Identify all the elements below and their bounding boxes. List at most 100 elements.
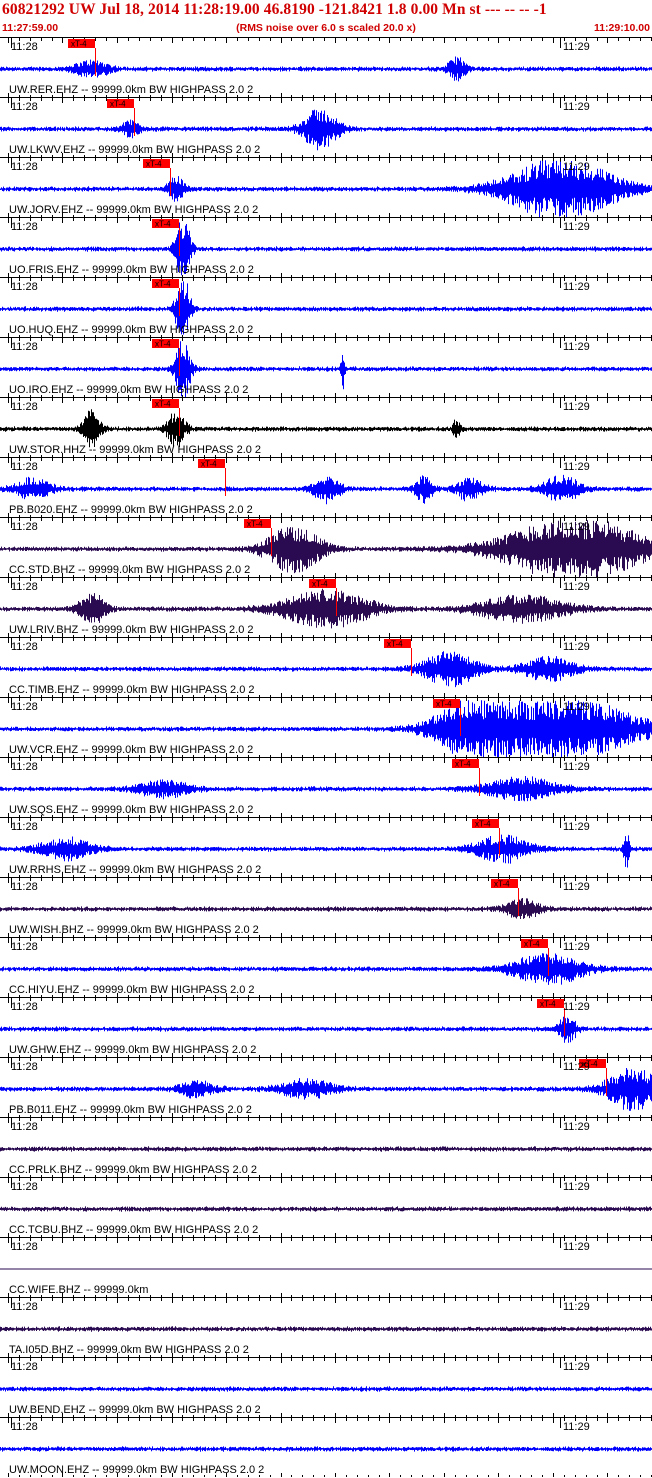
station-label: UW.JORV.EHZ -- 99999.0km BW HIGHPASS 2.0…: [9, 204, 259, 216]
station-label: PB.B020.EHZ -- 99999.0km BW HIGHPASS 2.0…: [9, 504, 253, 516]
trace-panel: xT-4 11:28 11:29 UW.JORV.EHZ -- 99999.0km B…: [0, 157, 652, 217]
time-label-right: 11:29: [563, 521, 590, 533]
time-label-right: 11:29: [563, 1181, 590, 1193]
station-label: UW.RRHS.EHZ -- 99999.0km BW HIGHPASS 2.0…: [9, 864, 262, 876]
end-time: 11:29:10.00: [593, 22, 650, 34]
station-label: UO.FRIS.EHZ -- 99999.0km BW HIGHPASS 2.0…: [9, 264, 254, 276]
pick-label: xT-4: [110, 100, 126, 109]
time-label-left: 11:28: [11, 881, 38, 893]
trace-panel: xT-4 11:28 11:29 UW.SQS.EHZ -- 99999.0km BW…: [0, 757, 652, 817]
station-label: UW.MOON.EHZ -- 99999.0km BW HIGHPASS 2.0…: [9, 1464, 265, 1476]
trace-panel: xT-4 11:28 11:29 UW.LRIV.BHZ -- 99999.0km B…: [0, 577, 652, 637]
time-label-right: 11:29: [563, 461, 590, 473]
time-label-left: 11:28: [11, 761, 38, 773]
waveform: [0, 834, 652, 868]
time-label-right: 11:29: [563, 221, 590, 233]
pick-label: xT-4: [247, 520, 263, 529]
time-label-right: 11:29: [563, 101, 590, 113]
pick-label: xT-4: [312, 580, 328, 589]
time-label-left: 11:28: [11, 1301, 38, 1313]
trace-panel: 11:28 11:29 CC.PRLK.BHZ -- 99999.0km BW HI…: [0, 1117, 652, 1177]
time-label-left: 11:28: [11, 281, 38, 293]
trace-panel: 11:28 11:29 UW.BEND.EHZ -- 99999.0km BW HI…: [0, 1357, 652, 1417]
station-label: UW.WISH.BHZ -- 99999.0km BW HIGHPASS 2.0…: [9, 924, 259, 936]
waveform: [0, 1446, 652, 1452]
station-label: UW.STOR.HHZ -- 99999.0km BW HIGHPASS 2.0…: [9, 444, 262, 456]
station-label: UW.LRIV.BHZ -- 99999.0km BW HIGHPASS 2.0…: [9, 624, 254, 636]
trace-panel: xT-4 11:28 11:29 UO.HUQ.EHZ -- 99999.0km BW…: [0, 277, 652, 337]
time-label-left: 11:28: [11, 1001, 38, 1013]
station-label: UW.VCR.EHZ -- 99999.0km BW HIGHPASS 2.0 …: [9, 744, 254, 756]
waveform: [0, 1206, 652, 1212]
time-label-right: 11:29: [563, 161, 590, 173]
time-label-left: 11:28: [11, 221, 38, 233]
station-label: CC.WIFE.BHZ -- 99999.0km: [9, 1284, 149, 1296]
station-label: CC.TCBU.BHZ -- 99999.0km BW HIGHPASS 2.0…: [9, 1224, 259, 1236]
station-label: UW.RER.EHZ -- 99999.0km BW HIGHPASS 2.0 …: [9, 84, 254, 96]
trace-panel: xT-4 11:28 11:29 PB.B011.EHZ -- 99999.0km B…: [0, 1057, 652, 1117]
station-label: UW.BEND.EHZ -- 99999.0km BW HIGHPASS 2.0…: [9, 1404, 261, 1416]
waveform: [0, 56, 652, 82]
trace-panel: xT-4 11:28 11:29 UW.VCR.EHZ -- 99999.0km BW…: [0, 697, 652, 757]
waveform: [0, 776, 652, 802]
noise-note: (RMS noise over 6.0 s scaled 20.0 x): [236, 22, 416, 34]
station-label: CC.TIMB.EHZ -- 99999.0km BW HIGHPASS 2.0…: [9, 684, 255, 696]
time-label-left: 11:28: [11, 161, 38, 173]
pick-label: xT-4: [475, 820, 491, 829]
waveform: [0, 1016, 652, 1043]
trace-panel: xT-4 11:28 11:29 CC.TIMB.EHZ -- 99999.0km B…: [0, 637, 652, 697]
time-label-right: 11:29: [563, 581, 590, 593]
pick-label: xT-4: [494, 880, 510, 889]
trace-panels: xT-4 11:28 11:29 UW.RER.EHZ -- 99999.0km BW…: [0, 37, 652, 1477]
station-label: UW.GHW.EHZ -- 99999.0km BW HIGHPASS 2.0 …: [9, 1044, 257, 1056]
trace-panel: xT-4 11:28 11:29 UO.FRIS.EHZ -- 99999.0km B…: [0, 217, 652, 277]
time-label-right: 11:29: [563, 1301, 590, 1313]
time-label-right: 11:29: [563, 761, 590, 773]
trace-panel: xT-4 11:28 11:29 UW.RRHS.EHZ -- 99999.0km B…: [0, 817, 652, 877]
time-label-right: 11:29: [563, 941, 590, 953]
time-label-left: 11:28: [11, 1421, 38, 1433]
time-label-left: 11:28: [11, 401, 38, 413]
station-label: UW.SQS.EHZ -- 99999.0km BW HIGHPASS 2.0 …: [9, 804, 254, 816]
pick-label: xT-4: [387, 640, 403, 649]
pick-label: xT-4: [155, 400, 171, 409]
trace-panel: xT-4 11:28 11:29 UW.LKWV.EHZ -- 99999.0km B…: [0, 97, 652, 157]
time-label-left: 11:28: [11, 1241, 38, 1253]
time-label-left: 11:28: [11, 941, 38, 953]
pick-label: xT-4: [71, 40, 87, 49]
time-label-right: 11:29: [563, 701, 590, 713]
trace-panel: xT-4 11:28 11:29 CC.HIYU.EHZ -- 99999.0km B…: [0, 937, 652, 997]
waveform: [0, 1386, 652, 1392]
trace-panel: 11:28 11:29 UW.MOON.EHZ -- 99999.0km BW HI…: [0, 1417, 652, 1477]
time-label-right: 11:29: [563, 341, 590, 353]
event-title: 60821292 UW Jul 18, 2014 11:28:19.00 46.…: [2, 1, 547, 18]
pick-label: xT-4: [155, 220, 171, 229]
waveform: [0, 1146, 652, 1152]
station-label: UW.LKWV.EHZ -- 99999.0km BW HIGHPASS 2.0…: [9, 144, 261, 156]
time-label-right: 11:29: [563, 1121, 590, 1133]
time-label-right: 11:29: [563, 881, 590, 893]
station-label: UO.IRO.EHZ -- 99999.0km BW HIGHPASS 2.0 …: [9, 384, 249, 396]
trace-panel: xT-4 11:28 11:29 UO.IRO.EHZ -- 99999.0km BW…: [0, 337, 652, 397]
time-label-left: 11:28: [11, 581, 38, 593]
waveform: [0, 474, 652, 505]
time-label-right: 11:29: [563, 401, 590, 413]
pick-label: xT-4: [436, 700, 452, 709]
waveform: [0, 651, 652, 688]
time-label-left: 11:28: [11, 41, 38, 53]
station-label: UO.HUQ.EHZ -- 99999.0km BW HIGHPASS 2.0 …: [9, 324, 254, 336]
time-label-left: 11:28: [11, 461, 38, 473]
trace-panel: xT-4 11:28 11:29 PB.B020.EHZ -- 99999.0km B…: [0, 457, 652, 517]
station-label: PB.B011.EHZ -- 99999.0km BW HIGHPASS 2.0…: [9, 1104, 252, 1116]
time-label-left: 11:28: [11, 521, 38, 533]
pick-label: xT-4: [540, 1000, 556, 1009]
time-label-right: 11:29: [563, 641, 590, 653]
station-label: TA.I05D.BHZ -- 99999.0km BW HIGHPASS 2.0…: [9, 1344, 249, 1356]
trace-panel: 11:28 11:29 CC.WIFE.BHZ -- 99999.0km: [0, 1237, 652, 1297]
time-label-left: 11:28: [11, 1361, 38, 1373]
pick-label: xT-4: [146, 160, 162, 169]
waveform: [0, 1326, 652, 1332]
trace-panel: xT-4 11:28 11:29 UW.WISH.BHZ -- 99999.0km B…: [0, 877, 652, 937]
trace-panel: xT-4 11:28 11:29 UW.GHW.EHZ -- 99999.0km BW…: [0, 997, 652, 1057]
waveform: [0, 898, 652, 919]
